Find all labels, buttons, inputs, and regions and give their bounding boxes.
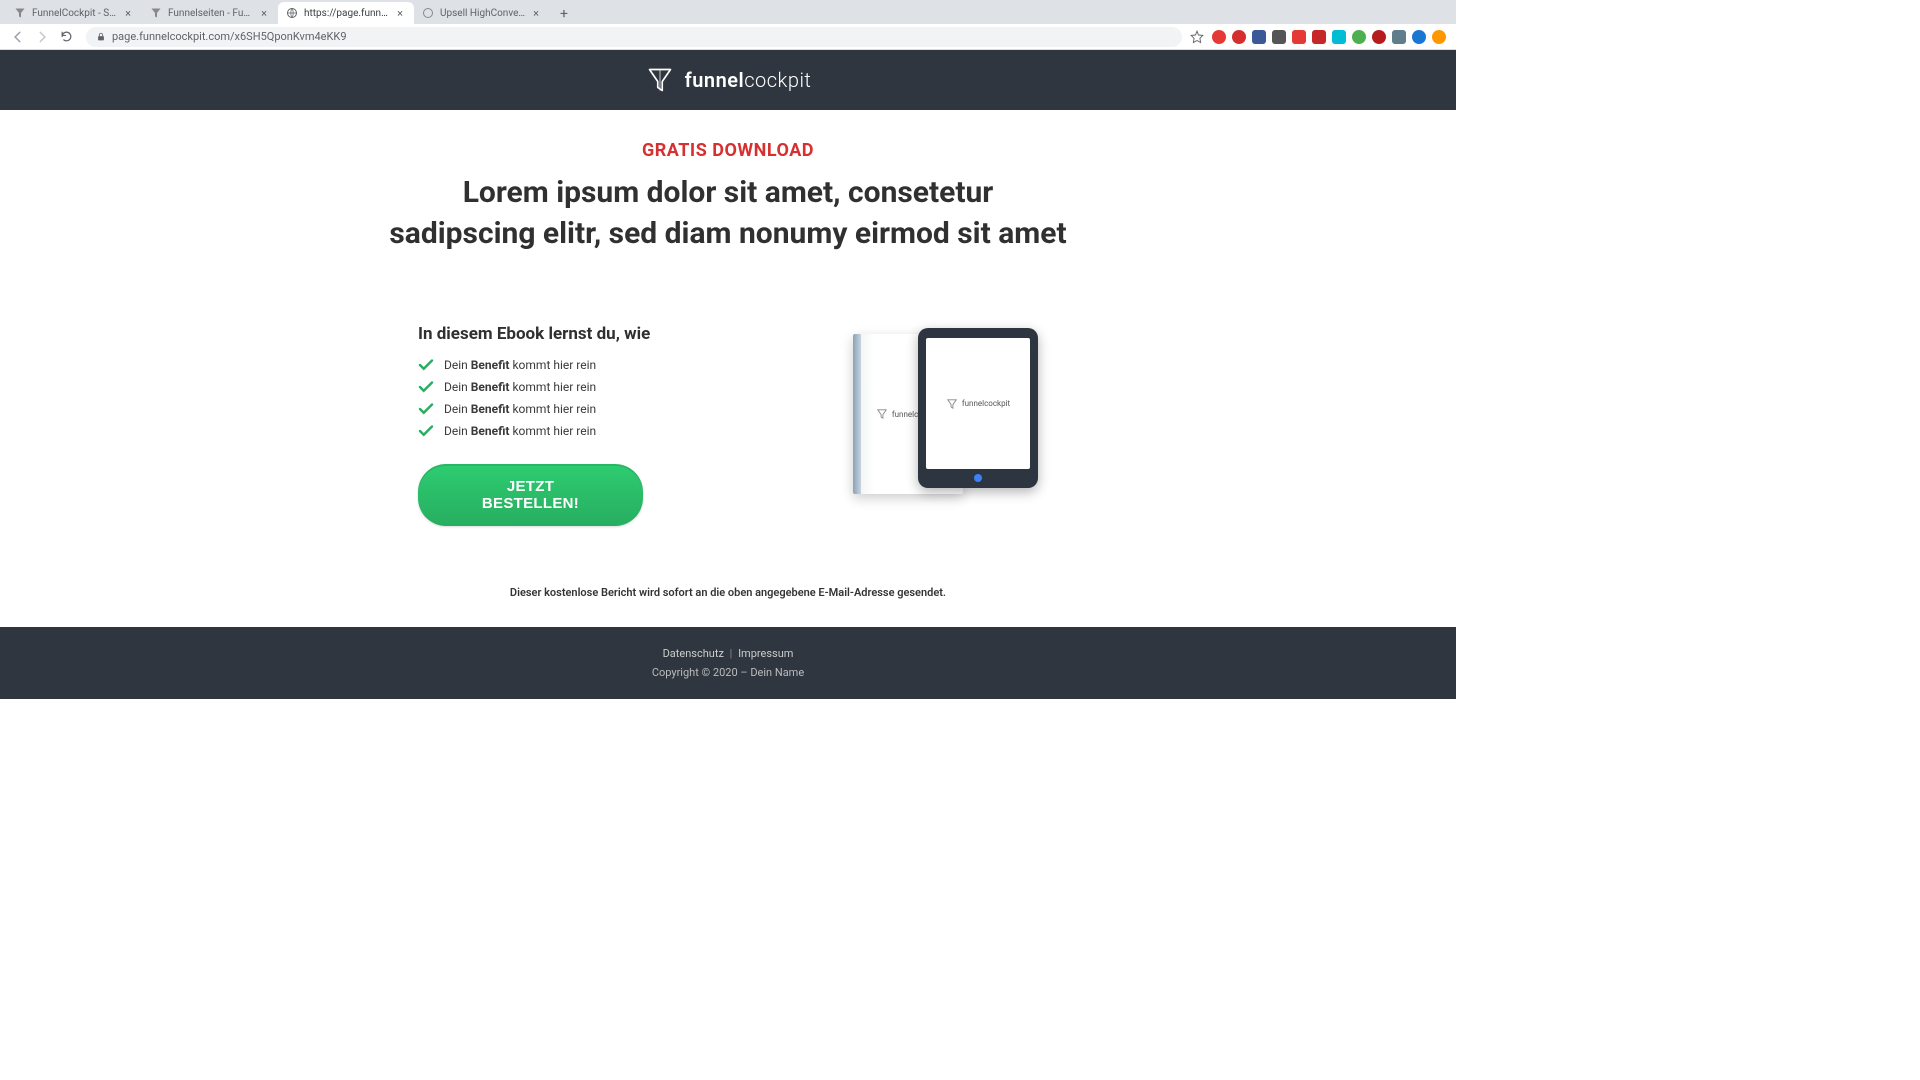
extension-icon[interactable] [1352, 30, 1366, 44]
page-header: funnelcockpit [0, 50, 1456, 110]
star-icon[interactable] [1190, 30, 1204, 44]
url-text: page.funnelcockpit.com/x6SH5QponKvm4eKK9 [112, 30, 347, 43]
tab-strip: FunnelCockpit - Splittests, Ma × Funnels… [0, 0, 1456, 24]
close-icon[interactable]: × [394, 7, 406, 19]
extension-icon[interactable] [1292, 30, 1306, 44]
benefit-text: Dein Benefit kommt hier rein [444, 380, 596, 394]
check-icon [418, 403, 434, 415]
tab-title: https://page.funnelcockpit.co [304, 8, 390, 19]
check-icon [418, 425, 434, 437]
extension-icon[interactable] [1412, 30, 1426, 44]
funnel-icon [645, 65, 675, 95]
tablet-screen: funnelcockpit [926, 338, 1030, 469]
favicon-icon [150, 7, 162, 19]
brand-logo: funnelcockpit [645, 65, 812, 95]
globe-icon [286, 7, 298, 19]
extension-icon[interactable] [1332, 30, 1346, 44]
page-headline: Lorem ipsum dolor sit amet, consetetur s… [388, 173, 1068, 254]
overline-label: GRATIS DOWNLOAD [248, 140, 1208, 161]
check-icon [418, 381, 434, 393]
benefit-item: Dein Benefit kommt hier rein [418, 402, 718, 416]
browser-tab-active[interactable]: https://page.funnelcockpit.co × [278, 2, 414, 24]
copyright-text: Copyright © 2020 – Dein Name [0, 666, 1456, 679]
benefits-heading: In diesem Ebook lernst du, wie [418, 324, 718, 344]
benefit-text: Dein Benefit kommt hier rein [444, 358, 596, 372]
close-icon[interactable]: × [122, 7, 134, 19]
globe-icon [422, 7, 434, 19]
browser-tab[interactable]: FunnelCockpit - Splittests, Ma × [6, 2, 142, 24]
privacy-link[interactable]: Datenschutz [663, 647, 724, 660]
benefit-item: Dein Benefit kommt hier rein [418, 424, 718, 438]
extension-icon[interactable] [1392, 30, 1406, 44]
main-content: GRATIS DOWNLOAD Lorem ipsum dolor sit am… [228, 110, 1228, 599]
page-viewport: funnelcockpit GRATIS DOWNLOAD Lorem ipsu… [0, 50, 1456, 816]
benefits-column: In diesem Ebook lernst du, wie Dein Bene… [418, 324, 718, 526]
extension-icon[interactable] [1272, 30, 1286, 44]
brand-text: funnelcockpit [685, 68, 812, 92]
extension-icon[interactable] [1312, 30, 1326, 44]
benefit-list: Dein Benefit kommt hier rein Dein Benefi… [418, 358, 718, 438]
product-mockup: funnelcockpit funnelcockpit [778, 324, 1038, 504]
tablet-home-button [974, 474, 982, 482]
benefit-text: Dein Benefit kommt hier rein [444, 424, 596, 438]
footer-links: Datenschutz | Impressum [0, 647, 1456, 660]
check-icon [418, 359, 434, 371]
close-icon[interactable]: × [258, 7, 270, 19]
browser-toolbar: page.funnelcockpit.com/x6SH5QponKvm4eKK9 [0, 24, 1456, 50]
imprint-link[interactable]: Impressum [738, 647, 793, 660]
separator: | [730, 647, 733, 660]
address-bar[interactable]: page.funnelcockpit.com/x6SH5QponKvm4eKK9 [86, 27, 1182, 47]
reload-button[interactable] [56, 27, 76, 47]
tab-title: Funnelseiten - FunnelCockpit [168, 8, 254, 19]
benefit-item: Dein Benefit kommt hier rein [418, 380, 718, 394]
disclaimer-text: Dieser kostenlose Bericht wird sofort an… [248, 586, 1208, 599]
profile-avatar[interactable] [1432, 30, 1446, 44]
cta-button[interactable]: JETZT BESTELLEN! [418, 464, 643, 526]
forward-button[interactable] [32, 27, 52, 47]
benefit-text: Dein Benefit kommt hier rein [444, 402, 596, 416]
new-tab-button[interactable]: + [554, 4, 574, 24]
mini-logo: funnelcockpit [946, 398, 1010, 410]
extension-icon[interactable] [1372, 30, 1386, 44]
extension-icon[interactable] [1232, 30, 1246, 44]
two-column-section: In diesem Ebook lernst du, wie Dein Bene… [248, 324, 1208, 526]
mini-logo-text: funnelcockpit [962, 399, 1010, 408]
page-footer: Datenschutz | Impressum Copyright © 2020… [0, 627, 1456, 699]
favicon-icon [14, 7, 26, 19]
browser-tab[interactable]: Funnelseiten - FunnelCockpit × [142, 2, 278, 24]
lock-icon [96, 32, 106, 42]
back-button[interactable] [8, 27, 28, 47]
extension-icons [1212, 30, 1450, 44]
benefit-item: Dein Benefit kommt hier rein [418, 358, 718, 372]
tablet-mockup: funnelcockpit [918, 328, 1038, 488]
extension-icon[interactable] [1212, 30, 1226, 44]
browser-chrome: FunnelCockpit - Splittests, Ma × Funnels… [0, 0, 1456, 50]
tab-title: FunnelCockpit - Splittests, Ma [32, 8, 118, 19]
tab-title: Upsell HighConversion [440, 8, 526, 19]
browser-tab[interactable]: Upsell HighConversion × [414, 2, 550, 24]
extension-icon[interactable] [1252, 30, 1266, 44]
close-icon[interactable]: × [530, 7, 542, 19]
